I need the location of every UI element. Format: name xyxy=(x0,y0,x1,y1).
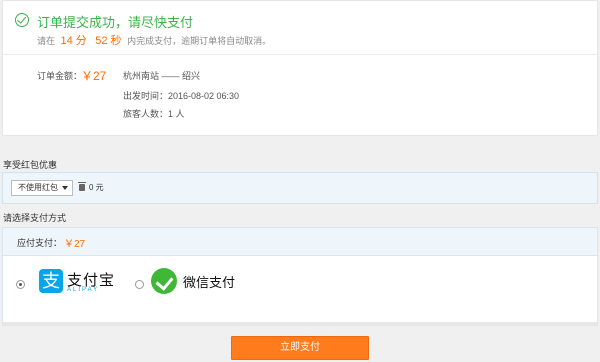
trip-route: 杭州南站 —— 绍兴 xyxy=(123,71,201,81)
passenger-count: 旅客人数：1 人 xyxy=(123,109,185,119)
countdown-suffix: 内完成支付，逾期订单将自动取消。 xyxy=(127,36,272,46)
pay-now-button[interactable]: 立即支付 xyxy=(231,336,369,360)
red-packet-select[interactable]: 不使用红包 xyxy=(11,180,73,196)
alipay-radio[interactable] xyxy=(16,280,25,289)
countdown-seconds: 52 xyxy=(95,35,108,47)
countdown-seconds-unit: 秒 xyxy=(110,35,122,47)
payment-method-section-title: 请选择支付方式 xyxy=(3,213,67,223)
wechat-pay-logo-icon[interactable] xyxy=(151,268,177,294)
wechat-pay-radio[interactable] xyxy=(135,280,144,289)
panel-bottom-strip xyxy=(2,322,598,326)
alipay-logo-icon[interactable]: 支 xyxy=(39,269,63,293)
countdown-minutes-unit: 分 xyxy=(75,35,87,47)
order-amount-label: 订单金额： xyxy=(37,71,83,81)
amount-due-label: 应付支付： xyxy=(17,238,63,248)
order-amount-value: ￥27 xyxy=(81,69,107,83)
payment-method-panel: 应付支付： ￥27 支 支付宝 ALIPAY 微信支付 xyxy=(2,227,598,325)
red-packet-panel: 不使用红包 0 元 xyxy=(2,172,598,204)
countdown-prefix: 请在 xyxy=(37,36,56,46)
check-circle-icon xyxy=(15,13,29,27)
success-header: 订单提交成功，请尽快支付 请在 14 分 52 秒 内完成支付，逾期订单将自动取消。 xyxy=(3,1,597,55)
alipay-english-name[interactable]: ALIPAY xyxy=(67,287,99,293)
wechat-pay-name[interactable]: 微信支付 xyxy=(183,272,235,291)
trash-icon xyxy=(78,182,86,191)
payment-countdown: 请在 14 分 52 秒 内完成支付，逾期订单将自动取消。 xyxy=(37,32,271,48)
amount-due-bar: 应付支付： ￥27 xyxy=(3,228,597,256)
red-packet-amount: 0 元 xyxy=(89,183,104,192)
chevron-down-icon xyxy=(62,186,68,190)
countdown-minutes: 14 xyxy=(60,35,73,47)
success-title: 订单提交成功，请尽快支付 xyxy=(37,15,194,30)
amount-due-value: ￥27 xyxy=(64,239,86,250)
red-packet-section-title: 享受红包优惠 xyxy=(3,160,58,170)
red-packet-selected-value: 不使用红包 xyxy=(18,183,58,192)
order-success-card: 订单提交成功，请尽快支付 请在 14 分 52 秒 内完成支付，逾期订单将自动取消。… xyxy=(2,0,598,136)
departure-time: 出发时间：2016-08-02 06:30 xyxy=(123,91,240,101)
